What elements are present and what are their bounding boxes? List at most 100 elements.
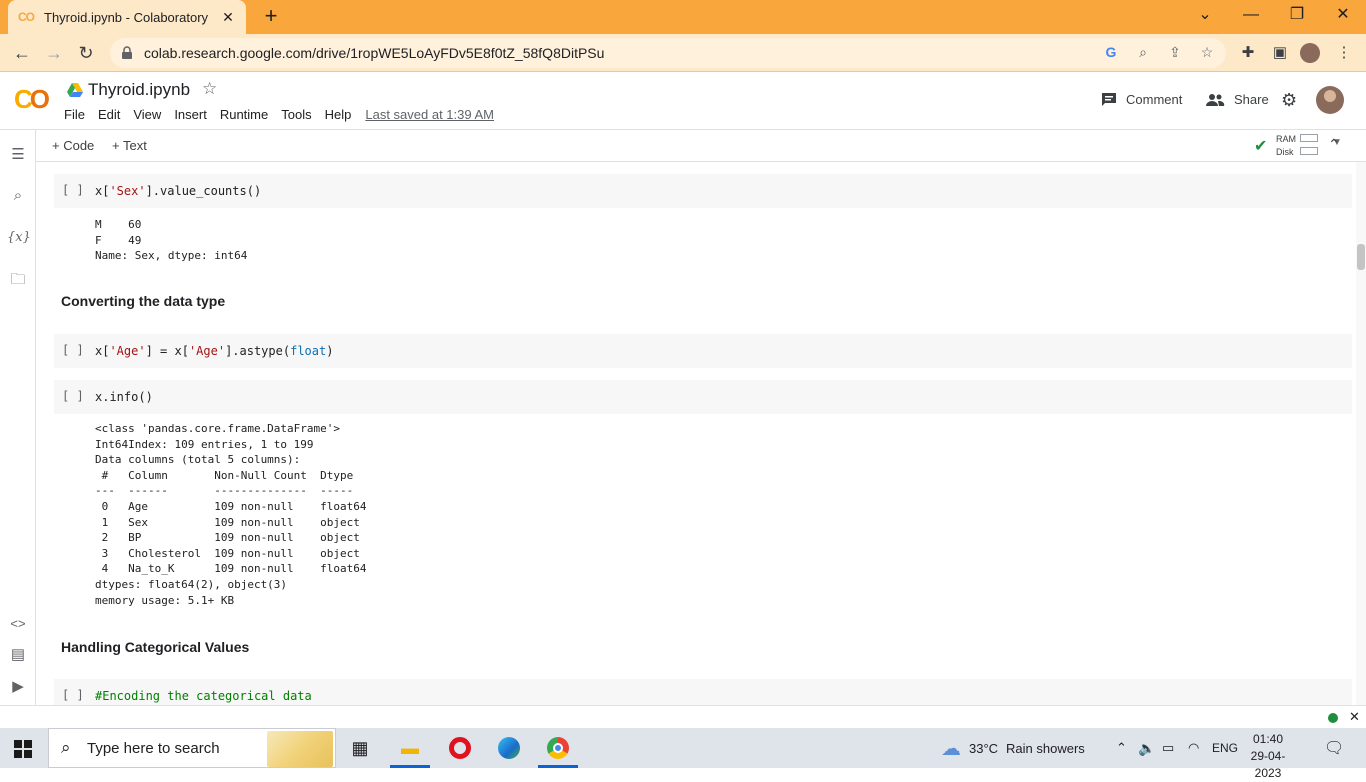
share-button[interactable]: Share: [1205, 92, 1269, 107]
variables-icon[interactable]: {x}: [7, 227, 31, 249]
table-of-contents-icon[interactable]: ☰: [7, 144, 29, 166]
back-arrow-icon[interactable]: ←: [9, 40, 35, 66]
comment-icon: [1102, 93, 1116, 106]
browser-tab-bar: CO Thyroid.ipynb - Colaboratory ✕ + ⌄ — …: [0, 0, 1366, 34]
side-panel-icon[interactable]: ▣: [1269, 42, 1291, 64]
code-cell[interactable]: [ ] #Encoding the categorical data: [54, 679, 1352, 705]
bookmark-star-icon[interactable]: ☆: [1197, 42, 1217, 62]
edge-icon[interactable]: [485, 728, 533, 768]
taskbar-search-box[interactable]: ⌕ Type here to search: [48, 728, 336, 768]
battery-icon[interactable]: ▭: [1162, 728, 1174, 768]
extensions-puzzle-icon[interactable]: ✚: [1237, 42, 1259, 64]
weather-widget[interactable]: ☁ 33°C Rain showers: [941, 728, 1085, 768]
cell-source[interactable]: x['Sex'].value_counts(): [95, 184, 261, 198]
add-code-cell-button[interactable]: + Code: [52, 138, 94, 153]
code-token: ].astype(: [225, 344, 291, 358]
address-bar[interactable]: colab.research.google.com/drive/1ropWE5L…: [110, 38, 1226, 68]
google-lens-icon[interactable]: G: [1101, 42, 1121, 62]
notebook-area: [ ] x['Sex'].value_counts() M 60 F 49 Na…: [37, 162, 1355, 705]
cell-source[interactable]: x.info(): [95, 390, 153, 404]
notebook-title[interactable]: Thyroid.ipynb: [88, 80, 190, 100]
share-label: Share: [1234, 92, 1269, 107]
close-tab-icon[interactable]: ✕: [220, 9, 236, 26]
ram-usage-bar: [1300, 134, 1318, 142]
weather-temperature: 33°C: [969, 740, 999, 756]
notebook-scrollbar[interactable]: [1356, 162, 1366, 705]
search-icon[interactable]: ⌕: [7, 185, 29, 207]
star-notebook-icon[interactable]: ☆: [202, 79, 217, 99]
restore-button[interactable]: ❐: [1274, 0, 1320, 34]
left-sidebar: ☰ ⌕ {x} 🗀 <> ▤ ▶: [0, 130, 36, 705]
browser-toolbar: ← → ↻ colab.research.google.com/drive/1r…: [0, 34, 1366, 72]
task-view-icon[interactable]: ▦: [336, 728, 384, 768]
scrollbar-thumb[interactable]: [1357, 244, 1365, 270]
last-saved-link[interactable]: Last saved at 1:39 AM: [365, 107, 494, 122]
code-snippets-icon[interactable]: <>: [7, 613, 29, 635]
menu-view[interactable]: View: [133, 107, 161, 122]
user-avatar[interactable]: [1316, 86, 1344, 114]
browser-tab[interactable]: CO Thyroid.ipynb - Colaboratory ✕: [8, 0, 246, 34]
tab-search-chevron-icon[interactable]: ⌄: [1182, 0, 1228, 34]
cell-source[interactable]: #Encoding the categorical data: [95, 689, 312, 703]
close-status-icon[interactable]: ✕: [1349, 709, 1360, 725]
language-indicator[interactable]: ENG: [1212, 728, 1238, 768]
collapse-header-icon[interactable]: ⌃: [1328, 136, 1340, 153]
code-cell[interactable]: [ ] x.info(): [54, 380, 1352, 414]
search-icon: ⌕: [61, 738, 71, 757]
zoom-icon[interactable]: ⌕: [1133, 42, 1153, 62]
command-palette-icon[interactable]: ▤: [7, 644, 29, 666]
colab-logo[interactable]: CO: [14, 84, 50, 115]
menu-insert[interactable]: Insert: [174, 107, 207, 122]
windows-start-icon[interactable]: [14, 740, 32, 758]
network-wifi-icon[interactable]: ◠: [1188, 728, 1199, 768]
minimize-button[interactable]: —: [1228, 0, 1274, 34]
chrome-icon[interactable]: [534, 728, 582, 768]
add-text-cell-button[interactable]: + Text: [112, 138, 147, 153]
share-page-icon[interactable]: ⇪: [1165, 42, 1185, 62]
code-cell[interactable]: [ ] x['Age'] = x['Age'].astype(float): [54, 334, 1352, 368]
section-heading[interactable]: Handling Categorical Values: [61, 639, 249, 655]
browser-menu-icon[interactable]: ⋮: [1333, 42, 1355, 64]
menu-file[interactable]: File: [64, 107, 85, 122]
code-token: ] = x[: [145, 344, 189, 358]
cell-output: <class 'pandas.core.frame.DataFrame'> In…: [95, 422, 367, 607]
reload-icon[interactable]: ↻: [73, 40, 99, 66]
tab-title: Thyroid.ipynb - Colaboratory: [44, 9, 209, 25]
execution-status-dot[interactable]: [1328, 713, 1338, 723]
menu-edit[interactable]: Edit: [98, 107, 120, 122]
comment-button[interactable]: Comment: [1101, 92, 1182, 107]
code-token: ].value_counts(): [145, 184, 262, 198]
menu-runtime[interactable]: Runtime: [220, 107, 268, 122]
profile-avatar[interactable]: [1300, 43, 1320, 63]
notifications-icon[interactable]: 🗨: [1324, 728, 1344, 768]
code-keyword-token: float: [290, 344, 327, 358]
cell-source[interactable]: x['Age'] = x['Age'].astype(float): [95, 344, 333, 358]
terminal-icon[interactable]: ▶: [7, 676, 29, 698]
settings-gear-icon[interactable]: ⚙: [1281, 90, 1297, 111]
new-tab-button[interactable]: +: [258, 4, 284, 30]
file-explorer-icon[interactable]: ▬: [386, 728, 434, 768]
code-token: ): [326, 344, 334, 358]
section-heading[interactable]: Converting the data type: [61, 293, 225, 309]
run-cell-button[interactable]: [ ]: [62, 688, 84, 702]
code-cell[interactable]: [ ] x['Sex'].value_counts(): [54, 174, 1352, 208]
weather-description: Rain showers: [1006, 740, 1085, 756]
files-folder-icon[interactable]: 🗀: [7, 269, 29, 291]
menu-help[interactable]: Help: [325, 107, 352, 122]
volume-icon[interactable]: 🔈: [1138, 728, 1155, 768]
drive-icon[interactable]: [67, 83, 83, 97]
run-cell-button[interactable]: [ ]: [62, 183, 84, 197]
opera-icon[interactable]: [436, 728, 484, 768]
run-cell-button[interactable]: [ ]: [62, 343, 84, 357]
menu-tools[interactable]: Tools: [281, 107, 311, 122]
close-window-button[interactable]: ✕: [1320, 0, 1366, 34]
taskbar-clock[interactable]: 01:40 29-04-2023: [1238, 731, 1298, 782]
comment-label: Comment: [1126, 92, 1183, 107]
colab-favicon-icon: CO: [18, 10, 35, 24]
clock-time: 01:40: [1252, 732, 1284, 746]
forward-arrow-icon[interactable]: →: [41, 40, 67, 66]
windows-taskbar: ⌕ Type here to search ▦ ▬ ☁ 33°C Rain sh…: [0, 728, 1366, 780]
resources-indicator[interactable]: ✔ RAM Disk ▼: [1254, 132, 1366, 160]
run-cell-button[interactable]: [ ]: [62, 389, 84, 403]
show-hidden-icons-chevron[interactable]: ⌃: [1116, 728, 1127, 768]
